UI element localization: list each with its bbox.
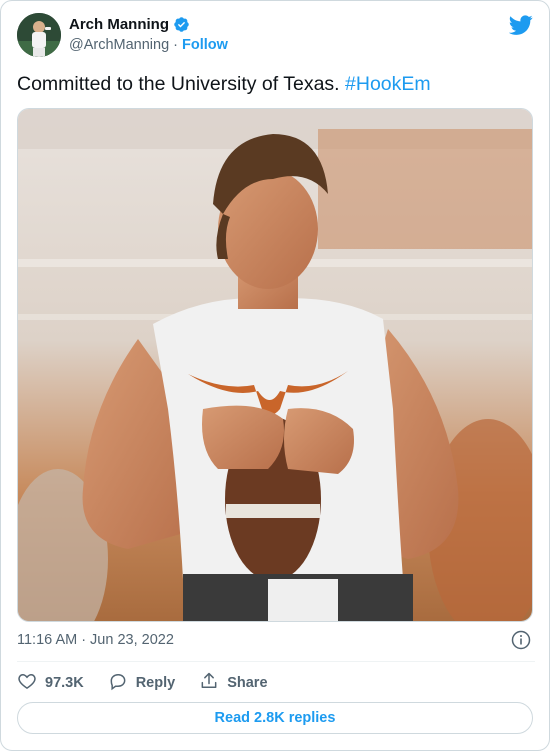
- share-label: Share: [227, 675, 268, 691]
- timestamp-time: 11:16 AM: [17, 632, 78, 648]
- timestamp-separator: ·: [81, 632, 87, 648]
- display-name[interactable]: Arch Manning: [69, 16, 169, 33]
- tweet-photo[interactable]: [17, 108, 533, 622]
- photo-player-holding-football: [18, 109, 532, 621]
- handle[interactable]: @ArchManning: [69, 37, 169, 53]
- tweet-actions: 97.3K Reply Share: [17, 672, 292, 694]
- tweet-timestamp[interactable]: 11:16 AM · Jun 23, 2022: [17, 632, 174, 648]
- like-count: 97.3K: [45, 675, 84, 691]
- verified-badge-icon: [173, 16, 190, 33]
- tweet-body: Committed to the University of Texas.: [17, 73, 340, 95]
- avatar-image: [17, 13, 61, 57]
- heart-icon: [17, 671, 37, 695]
- avatar[interactable]: [17, 13, 61, 57]
- divider: [17, 661, 535, 662]
- share-upload-icon: [199, 671, 219, 695]
- hashtag-link[interactable]: #HookEm: [345, 73, 431, 95]
- speech-bubble-icon: [108, 671, 128, 695]
- tweet-text: Committed to the University of Texas. #H…: [17, 72, 535, 96]
- reply-label: Reply: [135, 675, 176, 691]
- like-button[interactable]: 97.3K: [17, 671, 84, 695]
- tweet-card: Arch Manning @ArchManning · Follow Commi…: [0, 0, 550, 751]
- follow-button[interactable]: Follow: [182, 37, 228, 53]
- timestamp-date: Jun 23, 2022: [90, 632, 174, 648]
- read-replies-button[interactable]: Read 2.8K replies: [17, 702, 533, 734]
- twitter-bird-icon[interactable]: [508, 13, 533, 37]
- handle-row: @ArchManning · Follow: [69, 37, 228, 53]
- name-row: Arch Manning: [69, 16, 190, 33]
- reply-button[interactable]: Reply: [108, 671, 176, 695]
- share-button[interactable]: Share: [199, 671, 268, 695]
- handle-separator: ·: [173, 37, 178, 53]
- tweet-header: Arch Manning @ArchManning · Follow: [17, 13, 535, 57]
- info-icon[interactable]: [511, 630, 531, 650]
